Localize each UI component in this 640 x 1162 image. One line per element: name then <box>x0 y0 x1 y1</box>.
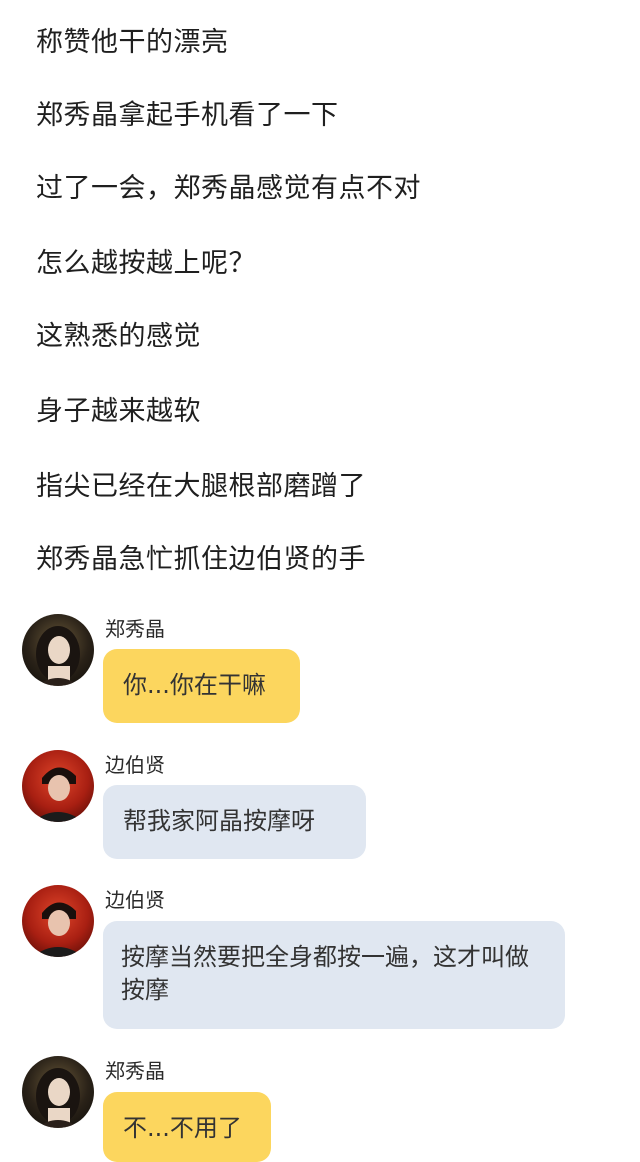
narration-line: 怎么越按越上呢？ <box>36 248 256 279</box>
male-avatar[interactable] <box>22 750 94 822</box>
sender-name: 郑秀晶 <box>105 1059 165 1083</box>
chat-bubble[interactable]: 帮我家阿晶按摩呀 <box>103 785 366 859</box>
narration-line: 指尖已经在大腿根部磨蹭了 <box>36 471 366 502</box>
female-avatar[interactable] <box>22 1056 94 1128</box>
narration-line: 这熟悉的感觉 <box>36 321 201 352</box>
narration-line: 郑秀晶急忙抓住边伯贤的手 <box>36 544 366 575</box>
narration-line: 身子越来越软 <box>36 396 201 427</box>
male-avatar[interactable] <box>22 885 94 957</box>
sender-name: 边伯贤 <box>105 888 165 912</box>
narration-line: 郑秀晶拿起手机看了一下 <box>36 100 339 131</box>
chat-bubble[interactable]: 不...不用了 <box>103 1092 271 1162</box>
chat-bubble[interactable]: 你...你在干嘛 <box>103 649 300 723</box>
chat-bubble[interactable]: 按摩当然要把全身都按一遍，这才叫做按摩 <box>103 921 565 1029</box>
narration-line: 称赞他干的漂亮 <box>36 27 229 58</box>
sender-name: 郑秀晶 <box>105 617 165 641</box>
sender-name: 边伯贤 <box>105 753 165 777</box>
female-avatar[interactable] <box>22 614 94 686</box>
narration-line: 过了一会，郑秀晶感觉有点不对 <box>36 173 421 204</box>
